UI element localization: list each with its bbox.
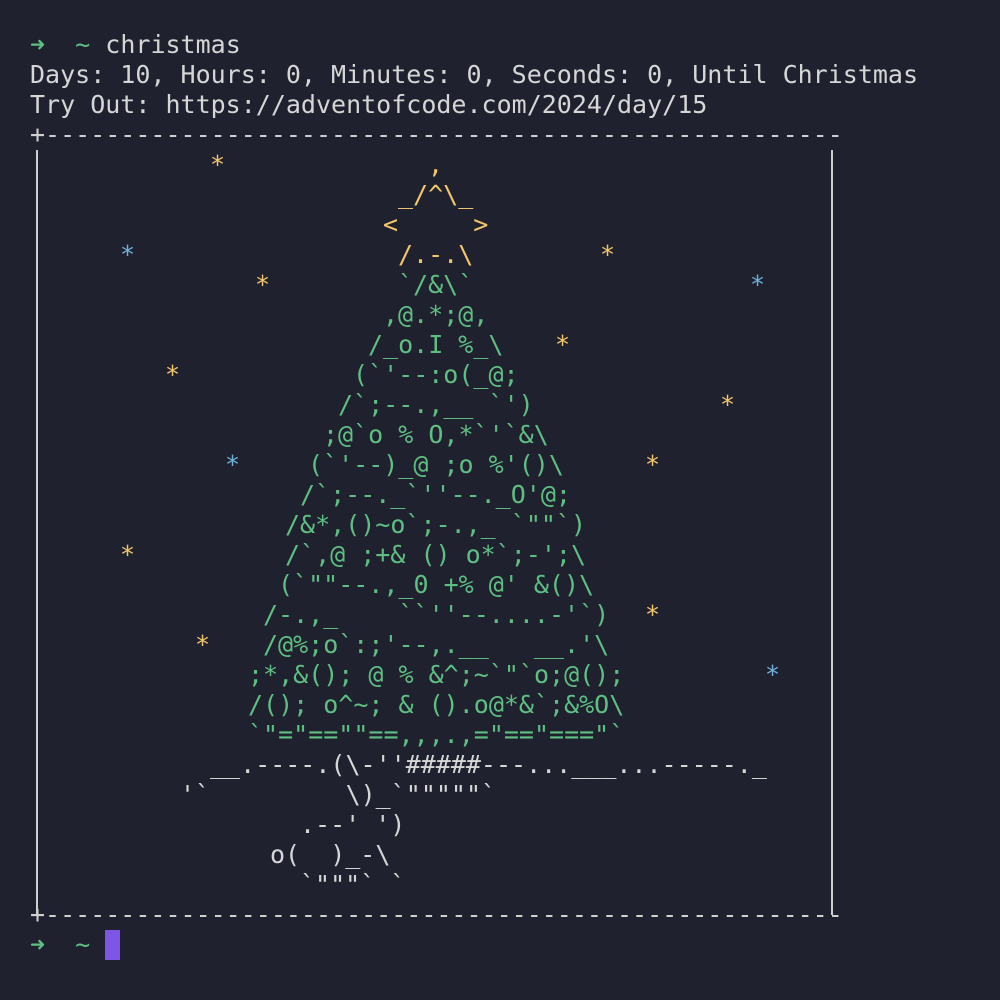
tree-line: /.-.\ <box>398 240 474 269</box>
star-icon: * <box>195 630 211 659</box>
star-icon: * <box>120 240 136 269</box>
tree-line: ;*,&(); @ % &^;~`"`o;@(); <box>248 660 625 689</box>
star-icon: * <box>645 600 661 629</box>
star-icon: * <box>210 150 226 179</box>
tree-line: (`""--.,_0 +% @' &()\ <box>278 570 595 599</box>
tree-line: /@%;o`:;'--,.__ __.'\ <box>263 630 610 659</box>
prompt-line-2: ➜ ~ <box>30 930 90 960</box>
star-icon: * <box>120 540 136 569</box>
tree-line: (`'--:o(_@; <box>353 360 519 389</box>
prompt-arrow-icon: ➜ <box>30 930 46 959</box>
star-icon: * <box>765 660 781 689</box>
tree-trunk-line: `"""` ` <box>300 870 406 899</box>
tree-trunk-line: .--' ') <box>300 810 406 839</box>
tree-line: /_o.I %_\ <box>368 330 504 359</box>
tree-line: < > <box>383 210 489 239</box>
star-icon: * <box>555 330 571 359</box>
command-text: christmas <box>105 30 241 59</box>
frame-left-border <box>36 150 38 915</box>
tree-line: `"="==""==,,,.,="=="==="` <box>248 720 625 749</box>
tree-line: (`'--)_@ ;o %'()\ <box>308 450 564 479</box>
star-icon: * <box>600 240 616 269</box>
tree-trunk-line: o( )_-\ <box>270 840 391 869</box>
prompt-arrow-icon: ➜ <box>30 30 46 59</box>
tree-line: /`,@ ;+& () o*`;-';\ <box>285 540 587 569</box>
frame-bottom-border: +---------------------------------------… <box>30 900 840 929</box>
tree-line: ;@`o % O,*`'`&\ <box>323 420 549 449</box>
tree-line: /&*,()~o`;-.,_ `""`) <box>285 510 587 539</box>
tree-trunk-line: '` \)_`"""""` <box>180 780 497 809</box>
star-icon: * <box>165 360 181 389</box>
star-icon: * <box>720 390 736 419</box>
countdown-line: Days: 10, Hours: 0, Minutes: 0, Seconds:… <box>30 60 919 89</box>
tree-line: `/&\` <box>398 270 474 299</box>
tree-line: , <box>428 150 444 179</box>
terminal-cursor[interactable] <box>105 930 120 960</box>
tree-line: /`;--.,__ `') <box>338 390 534 419</box>
tree-ground-line: __.----.(\-''#####---...___...-----._ <box>210 750 767 779</box>
star-icon: * <box>255 270 271 299</box>
terminal-window: ➜ ~ christmas Days: 10, Hours: 0, Minute… <box>0 0 1000 1000</box>
frame-right-border <box>831 150 833 915</box>
prompt-line-1: ➜ ~ christmas <box>30 30 241 60</box>
star-icon: * <box>645 450 661 479</box>
frame-top-border: +---------------------------------------… <box>30 120 840 149</box>
prompt-dir: ~ <box>75 930 91 959</box>
tree-line: _/^\_ <box>398 180 474 209</box>
tree-line: /(); o^~; & ().o@*&`;&%O\ <box>248 690 625 719</box>
star-icon: * <box>225 450 241 479</box>
tryout-line: Try Out: https://adventofcode.com/2024/d… <box>30 90 708 119</box>
tree-line: /`;--._`''--._O'@; <box>300 480 571 509</box>
star-icon: * <box>750 270 766 299</box>
tree-line: /-.,_ ``''--....-'`) <box>263 600 610 629</box>
tree-line: ,@.*;@, <box>383 300 489 329</box>
prompt-dir: ~ <box>75 30 91 59</box>
